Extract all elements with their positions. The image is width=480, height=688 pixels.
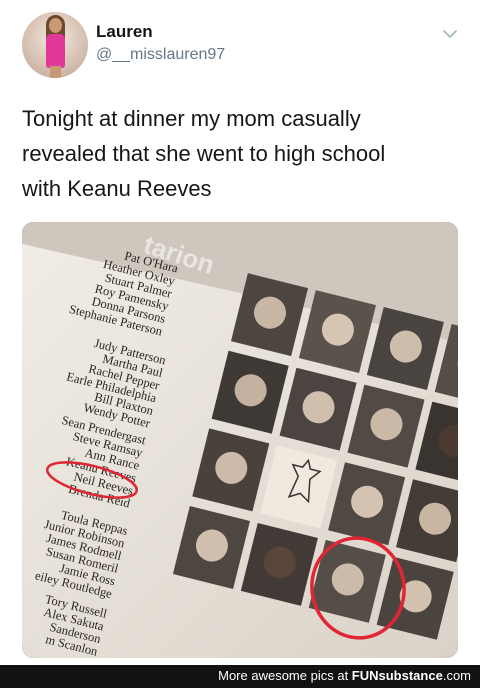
author-handle[interactable]: @__misslauren97 (96, 46, 225, 64)
chevron-down-icon[interactable] (442, 26, 458, 42)
footer-prefix: More awesome pics at (218, 668, 352, 683)
watermark-footer: More awesome pics at FUNsubstance.com (0, 665, 480, 688)
avatar[interactable] (22, 12, 88, 78)
tweet-photo[interactable]: tarion Pat O'Hara Heather Oxley Stuart P… (22, 222, 458, 658)
tweet-text-line: Tonight at dinner my mom casually (22, 106, 361, 131)
author-name[interactable]: Lauren (96, 22, 153, 42)
tweet-text-line: with Keanu Reeves (22, 176, 212, 201)
avatar-dress (46, 34, 65, 68)
footer-suffix: .com (442, 668, 471, 683)
tweet-text: Tonight at dinner my mom casually reveal… (22, 101, 462, 206)
tweet-header: Lauren @__misslauren97 (22, 12, 462, 78)
footer-text: More awesome pics at FUNsubstance.com (218, 668, 471, 683)
avatar-face (49, 18, 62, 33)
yearbook-photo: tarion Pat O'Hara Heather Oxley Stuart P… (22, 222, 458, 658)
tweet-text-line: revealed that she went to high school (22, 141, 386, 166)
footer-brand[interactable]: FUNsubstance (352, 668, 443, 683)
avatar-legs (50, 66, 61, 78)
